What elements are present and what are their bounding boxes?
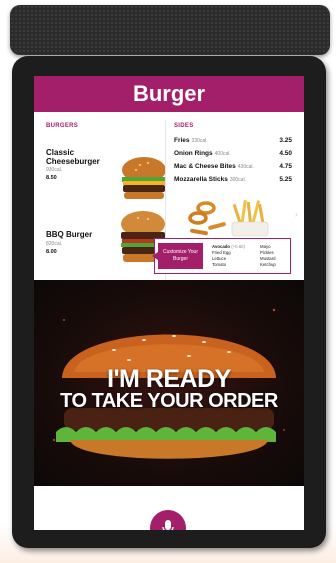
microphone-button[interactable] [150, 510, 186, 530]
item-calories: 330cal. [191, 138, 208, 144]
item-price: 4.50 [279, 150, 292, 157]
item-price: 3.25 [279, 137, 292, 144]
sides-section-title: SIDES [174, 123, 194, 129]
item-price: 8.00 [46, 249, 57, 255]
hero-line-2: TO TAKE YOUR ORDER [60, 390, 278, 412]
cheeseburger-image [122, 157, 166, 199]
item-name: Mac & Cheese Bites [174, 163, 236, 170]
item-calories: 930cal. [46, 167, 63, 173]
option-tomato[interactable]: Tomato [212, 262, 245, 268]
item-name: Onion Rings [174, 150, 213, 157]
item-calories: 300cal. [229, 177, 246, 183]
side-item-fries[interactable]: Fries 330cal. 3.25 [174, 137, 292, 149]
kiosk-screen: Burger BURGERS Classic Cheeseburger 930c… [34, 76, 304, 530]
customize-options-right: Mayo Pickles Mustard Ketchup [260, 244, 276, 268]
microphone-icon [162, 520, 174, 530]
hero-line-1: I'M READY [107, 365, 231, 393]
customize-options-left: Avocado (+0.60) Fried Egg Lettuce Tomato [212, 244, 245, 268]
speaker-grille [10, 5, 330, 55]
side-item-mac-cheese-bites[interactable]: Mac & Cheese Bites 430cal. 4.75 [174, 163, 292, 175]
sides-image [188, 199, 269, 237]
customize-burger-button[interactable]: Customize Your Burger [152, 243, 203, 269]
item-name: BBQ Burger [46, 230, 93, 239]
voice-input-area [34, 486, 304, 530]
hero-banner: I'M READY TO TAKE YOUR ORDER [34, 280, 304, 486]
item-price: 8.50 [46, 175, 57, 181]
option-ketchup[interactable]: Ketchup [260, 262, 276, 268]
kiosk-device: Burger BURGERS Classic Cheeseburger 930c… [12, 56, 326, 548]
item-calories: 400cal. [214, 151, 231, 157]
chevron-right-icon[interactable]: › [295, 210, 298, 219]
side-item-onion-rings[interactable]: Onion Rings 400cal. 4.50 [174, 150, 292, 162]
item-price: 5.25 [279, 176, 292, 183]
item-price: 4.75 [279, 163, 292, 170]
page-title: Burger [34, 76, 304, 112]
side-item-mozzarella-sticks[interactable]: Mozzarella Sticks 300cal. 5.25 [174, 176, 292, 188]
item-calories: 430cal. [237, 164, 254, 170]
burgers-section-title: BURGERS [46, 123, 79, 129]
item-calories: 820cal. [46, 241, 63, 247]
item-name: Fries [174, 137, 190, 144]
item-name: Classic Cheeseburger [46, 148, 100, 166]
item-name: Mozzarella Sticks [174, 176, 228, 183]
